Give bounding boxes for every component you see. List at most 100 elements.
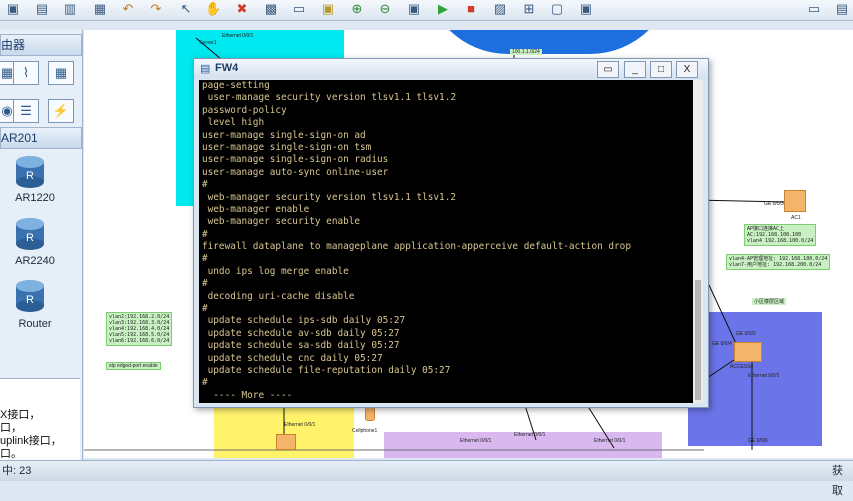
eth-label-c: Ethernet 0/0/1 [514, 432, 546, 438]
maximize-button[interactable]: □ [650, 61, 672, 78]
palette-icon[interactable]: ▣ [320, 1, 336, 17]
terminal-lines: page-setting user-manage security versio… [202, 80, 682, 402]
stop-icon[interactable]: ■ [463, 1, 479, 17]
ac-note: AP接口连接AC上 AC:192.168.100.100 vlan4 192.1… [744, 224, 817, 246]
device-label-ar1220: AR1220 [15, 192, 55, 204]
terminal-icon: ▤ [200, 63, 211, 75]
status-right: 获取 [832, 465, 843, 497]
left-vlan-note: vlan2:192.168.2.0/24 vlan3:192.168.3.0/2… [106, 312, 173, 346]
access4-device[interactable] [734, 342, 762, 362]
ge0104-label: GE 0/0/4 [712, 341, 732, 347]
window-titlebar[interactable]: ▤ FW4 ▭ _ □ X [194, 59, 708, 79]
stp-note: stp edged-port enable [106, 362, 161, 370]
access4-label: ACCESS4 [730, 364, 754, 370]
terminal-line: user-manage security version tlsv1.1 tls… [202, 92, 456, 104]
link-category-icon[interactable]: ⚡ [48, 99, 74, 123]
ac1-device[interactable] [784, 190, 806, 212]
terminal-line: # [202, 278, 208, 290]
device-label-ar2240: AR2240 [15, 255, 55, 267]
terminal-line: undo ips log merge enable [202, 265, 349, 277]
open-icon[interactable]: ▣ [5, 1, 21, 17]
ge003-label: GE 0/0/3 [764, 201, 784, 207]
undo-icon[interactable]: ↶ [120, 1, 136, 17]
svg-text:R: R [26, 232, 34, 244]
cellphone-device[interactable] [365, 407, 375, 421]
zoom-out-icon[interactable]: ⊖ [377, 1, 393, 17]
terminal-line: user-manage auto-sync online-user [202, 166, 389, 178]
terminal-output[interactable]: page-setting user-manage security versio… [199, 80, 693, 403]
fw4-console-window[interactable]: ▤ FW4 ▭ _ □ X page-setting user-manage s… [193, 58, 709, 408]
text-icon[interactable]: ▭ [291, 1, 307, 17]
cellphone-label: Cellphone1 [352, 428, 378, 434]
ar1220-icon[interactable]: R [13, 154, 47, 188]
category-header[interactable]: 由器 [0, 34, 82, 56]
terminal-line: web-manager security enable [202, 216, 361, 228]
device-label-router: Router [18, 318, 52, 330]
terminal-line: # [202, 377, 208, 389]
description-line: uplink接口， [0, 435, 62, 447]
vlan-note: vlan4-AP管理地址: 192.168.100.0/24 vlan7-用户地… [726, 254, 831, 270]
section-header[interactable]: AR201 [0, 127, 82, 149]
terminal-line: # [202, 303, 208, 315]
terminal-line: # [202, 179, 208, 191]
eth-label-d: Ethernet 0/0/1 [460, 438, 492, 444]
terminal-line: page-setting [202, 80, 270, 91]
scrollbar-thumb[interactable] [695, 280, 701, 400]
delete-icon[interactable]: ✖ [234, 1, 250, 17]
terminal-line: web-manager security version tlsv1.1 tls… [202, 191, 456, 203]
terminal-line: web-manager enable [202, 203, 310, 215]
chat-icon[interactable]: ▭ [806, 1, 822, 17]
terminal-line: # [202, 253, 208, 265]
terminal-line: update schedule cnc daily 05:27 [202, 352, 383, 364]
ar2240-icon[interactable]: R [13, 216, 47, 250]
ge006-label: GE 0/0/6 [748, 438, 768, 444]
terminal-line: user-manage single-sign-on tsm [202, 141, 372, 153]
device-description: X接口， 口， uplink接口， 口。 [0, 378, 80, 461]
hand-icon[interactable]: ✋ [205, 1, 221, 17]
small-area-label: 小区楼层区域 [752, 298, 787, 305]
terminal-line: decoding uri-cache disable [202, 290, 355, 302]
server1-label: Server1 [199, 40, 217, 46]
terminal-line: # [202, 228, 208, 240]
terminal-line: password-policy [202, 104, 287, 116]
switch-category-icon[interactable]: ☰ [13, 99, 39, 123]
save-icon[interactable]: ▤ [34, 1, 50, 17]
wireless-category-icon[interactable]: ⌇ [13, 61, 39, 85]
terminal-scrollbar[interactable] [693, 80, 703, 403]
plus-icon[interactable]: ⊞ [521, 1, 537, 17]
terminal-line: user-manage single-sign-on radius [202, 154, 389, 166]
status-bar: 中: 23 获取 [0, 460, 853, 497]
close-button[interactable]: X [676, 61, 698, 78]
settings-icon[interactable]: ▣ [578, 1, 594, 17]
router-icon[interactable]: R [13, 278, 47, 312]
firewall-category-icon[interactable]: ▦ [48, 61, 74, 85]
menu-icon[interactable]: ▤ [834, 1, 850, 17]
pc-device[interactable] [276, 434, 296, 450]
category-title: 由器 [1, 38, 26, 52]
terminal-line: update schedule av-sdb daily 05:27 [202, 327, 400, 339]
topology-icon[interactable]: ▣ [406, 1, 422, 17]
capture-icon[interactable]: ▨ [492, 1, 508, 17]
minimize-button[interactable]: _ [624, 61, 646, 78]
console-icon[interactable]: ▢ [549, 1, 565, 17]
save-as-icon[interactable]: ▥ [62, 1, 78, 17]
ethernet-label: Ethernet 0/0/1 [222, 33, 254, 39]
ac1-label: AC1 [791, 215, 801, 221]
redo-icon[interactable]: ↷ [148, 1, 164, 17]
clear-icon[interactable]: ▩ [263, 1, 279, 17]
console-toggle-button[interactable]: ▭ [597, 61, 619, 78]
main-toolbar: ▣ ▤ ▥ ▦ ↶ ↷ ↖ ✋ ✖ ▩ ▭ ▣ ⊕ ⊖ ▣ ▶ ■ ▨ ⊞ ▢ … [0, 0, 853, 21]
ge0102-label: GE 0/0/2 [736, 331, 756, 337]
start-icon[interactable]: ▶ [435, 1, 451, 17]
select-icon[interactable]: ↖ [178, 1, 194, 17]
print-icon[interactable]: ▦ [92, 1, 108, 17]
eth-label-a: Ethernet 0/0/1 [748, 373, 780, 379]
zoom-in-icon[interactable]: ⊕ [349, 1, 365, 17]
subnet-label: 100.1.1.0/24 [510, 49, 542, 55]
svg-text:R: R [26, 170, 34, 182]
terminal-line: ---- More ---- [202, 389, 293, 401]
terminal-line: user-manage single-sign-on ad [202, 129, 366, 141]
svg-text:R: R [26, 294, 34, 306]
eth-label-e: Ethernet 0/0/1 [594, 438, 626, 444]
terminal-line: firewall dataplane to manageplane applic… [202, 241, 631, 253]
